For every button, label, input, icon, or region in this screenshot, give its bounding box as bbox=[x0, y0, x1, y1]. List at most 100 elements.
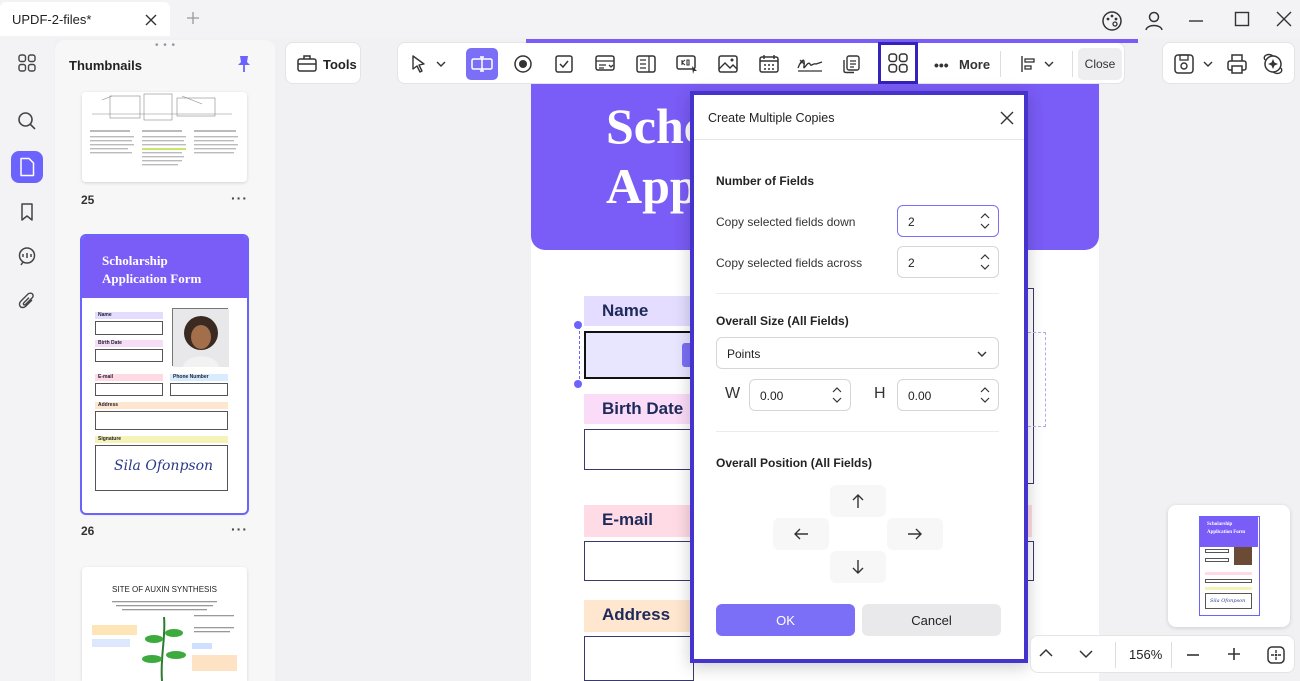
maximize-icon[interactable] bbox=[1234, 11, 1250, 27]
chevron-down-icon[interactable] bbox=[436, 60, 446, 68]
text-field-tool-icon[interactable] bbox=[466, 48, 498, 80]
email-label-bg: E-mail bbox=[584, 505, 694, 537]
checkbox-tool-icon[interactable] bbox=[548, 52, 580, 76]
move-right-button[interactable] bbox=[887, 518, 943, 550]
align-left-icon[interactable] bbox=[1012, 52, 1044, 76]
more-button[interactable]: More bbox=[959, 57, 990, 72]
units-select[interactable]: Points bbox=[716, 337, 999, 369]
create-multiple-copies-icon[interactable] bbox=[878, 42, 918, 84]
more-dots-icon[interactable]: ••• bbox=[934, 57, 949, 73]
next-page-icon[interactable] bbox=[1079, 649, 1093, 659]
fit-page-icon[interactable] bbox=[1266, 645, 1286, 665]
resize-handle[interactable] bbox=[574, 321, 582, 329]
ai-assistant-icon[interactable] bbox=[1261, 52, 1285, 76]
thumb-phone-label: Phone Number bbox=[173, 374, 209, 380]
section-divider bbox=[716, 431, 999, 432]
create-multiple-copies-dialog: Create Multiple Copies Number of Fields … bbox=[690, 91, 1028, 663]
height-stepper[interactable]: 0.00 bbox=[897, 379, 999, 411]
duplicate-fields-icon[interactable] bbox=[835, 52, 867, 76]
minimize-icon[interactable] bbox=[1188, 14, 1204, 28]
print-icon[interactable] bbox=[1226, 53, 1248, 75]
close-form-toolbar-button[interactable]: Close bbox=[1078, 48, 1122, 80]
width-value: 0.00 bbox=[760, 389, 784, 403]
tools-button[interactable]: Tools bbox=[285, 42, 361, 84]
move-left-button[interactable] bbox=[773, 518, 829, 550]
zoom-out-icon[interactable] bbox=[1186, 653, 1200, 657]
move-down-button[interactable] bbox=[830, 551, 886, 583]
organize-pages-button[interactable] bbox=[11, 47, 43, 79]
overall-position-heading: Overall Position (All Fields) bbox=[716, 456, 873, 470]
signature-field-tool-icon[interactable] bbox=[794, 52, 826, 76]
comments-button[interactable] bbox=[11, 240, 43, 272]
width-stepper[interactable]: 0.00 bbox=[749, 379, 851, 411]
radio-button-tool-icon[interactable] bbox=[507, 52, 539, 76]
stepper-arrows-icon[interactable] bbox=[980, 212, 990, 230]
page-minimap[interactable]: Scholarship Application Form Sila Ofonps… bbox=[1168, 505, 1290, 627]
thumb-name-label: Name bbox=[98, 312, 112, 318]
zoom-level[interactable]: 156% bbox=[1129, 647, 1162, 662]
tab-title: UPDF-2-files* bbox=[12, 12, 92, 27]
stepper-arrows-icon[interactable] bbox=[980, 386, 990, 404]
previous-page-icon[interactable] bbox=[1039, 648, 1053, 658]
button-tool-icon[interactable] bbox=[671, 52, 703, 76]
account-icon[interactable] bbox=[1143, 10, 1165, 32]
new-tab-icon[interactable] bbox=[186, 11, 200, 25]
bookmarks-button[interactable] bbox=[11, 196, 43, 228]
page-options-button[interactable]: ··· bbox=[231, 190, 248, 206]
zoom-divider bbox=[1115, 642, 1116, 668]
page-number-label: 26 bbox=[81, 524, 95, 538]
copy-across-stepper[interactable]: 2 bbox=[897, 246, 999, 278]
resize-handle[interactable] bbox=[574, 380, 582, 388]
number-of-fields-heading: Number of Fields bbox=[716, 174, 815, 188]
copy-down-stepper[interactable]: 2 bbox=[897, 205, 999, 237]
document-tab[interactable]: UPDF-2-files* bbox=[0, 2, 170, 36]
stepper-arrows-icon[interactable] bbox=[832, 386, 842, 404]
move-up-button[interactable] bbox=[830, 485, 886, 517]
birth-date-field[interactable] bbox=[584, 429, 694, 470]
email-field[interactable] bbox=[584, 541, 694, 581]
dialog-close-icon[interactable] bbox=[1000, 111, 1014, 125]
attachments-button[interactable] bbox=[11, 285, 43, 317]
combo-box-tool-icon[interactable] bbox=[589, 52, 621, 76]
date-field-tool-icon[interactable] bbox=[753, 52, 785, 76]
search-button[interactable] bbox=[11, 105, 43, 137]
theme-palette-icon[interactable] bbox=[1101, 10, 1123, 32]
page-options-button[interactable]: ··· bbox=[231, 521, 248, 537]
page-number-label: 25 bbox=[81, 193, 95, 207]
thumb-birth-label: Birth Date bbox=[98, 340, 122, 346]
thumbnail-page-26[interactable]: Scholarship Application Form Name Birth … bbox=[80, 234, 249, 515]
minimap-title-line2: Application Form bbox=[1207, 530, 1246, 535]
arrow-up-icon bbox=[852, 494, 864, 508]
name-text-field[interactable] bbox=[584, 331, 694, 379]
chevron-down-icon[interactable] bbox=[1044, 60, 1054, 68]
applicant-photo bbox=[172, 308, 229, 367]
dialog-title: Create Multiple Copies bbox=[708, 111, 835, 125]
ok-button[interactable]: OK bbox=[716, 604, 855, 636]
thumbnail-page-25[interactable] bbox=[82, 92, 247, 182]
cancel-button[interactable]: Cancel bbox=[862, 604, 1001, 636]
thumb-signature-label: Signature bbox=[98, 436, 122, 442]
pin-icon[interactable] bbox=[235, 54, 253, 74]
list-box-tool-icon[interactable] bbox=[630, 52, 662, 76]
chevron-down-icon[interactable] bbox=[1203, 60, 1213, 68]
image-field-tool-icon[interactable] bbox=[712, 52, 744, 76]
thumb27-title: SITE OF AUXIN SYNTHESIS bbox=[112, 585, 217, 594]
zoom-in-icon[interactable] bbox=[1227, 647, 1241, 661]
panel-drag-handle[interactable]: • • • bbox=[155, 40, 176, 51]
name-field-label: Name bbox=[602, 301, 649, 320]
copy-down-value: 2 bbox=[908, 215, 915, 229]
stepper-arrows-icon[interactable] bbox=[980, 253, 990, 271]
zoom-divider bbox=[1171, 642, 1172, 668]
chevron-down-icon bbox=[977, 350, 987, 358]
bookmark-icon bbox=[21, 203, 33, 221]
thumbnails-button[interactable] bbox=[11, 151, 43, 183]
thumbnail-page-27[interactable]: SITE OF AUXIN SYNTHESIS bbox=[82, 567, 247, 681]
address-field[interactable] bbox=[584, 636, 694, 681]
copy-preview-outline bbox=[1028, 332, 1046, 427]
thumb-title-line1: Scholarship bbox=[102, 253, 168, 268]
search-icon bbox=[18, 112, 36, 130]
close-window-icon[interactable] bbox=[1276, 11, 1292, 27]
close-tab-icon[interactable] bbox=[144, 13, 158, 27]
select-pointer-icon[interactable] bbox=[403, 52, 435, 76]
save-icon[interactable] bbox=[1173, 53, 1195, 75]
